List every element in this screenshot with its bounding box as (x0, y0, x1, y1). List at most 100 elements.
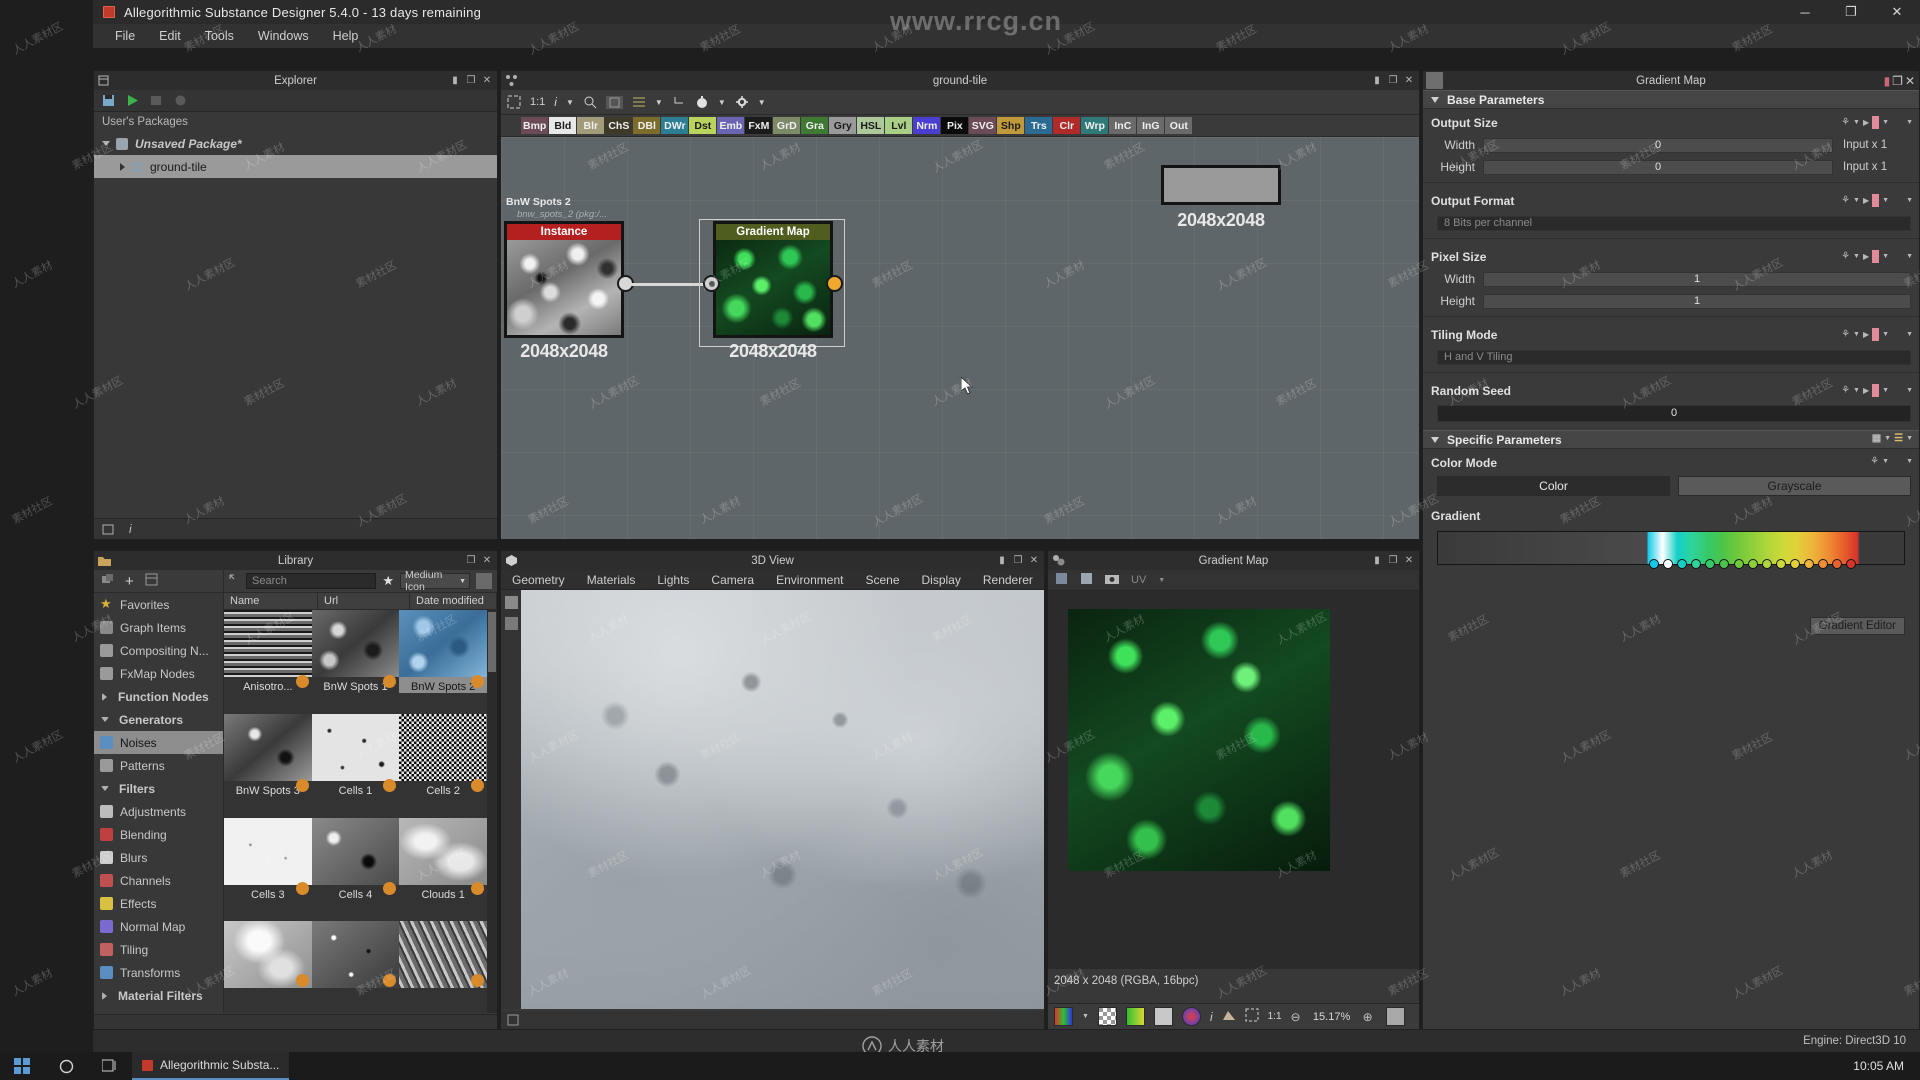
library-item[interactable]: BnW Spots 2 (399, 610, 487, 714)
zoom-out-button[interactable]: ⊖ (1291, 1010, 1301, 1024)
view3d-menu-display[interactable]: Display (911, 571, 972, 589)
library-category-noises[interactable]: Noises (94, 731, 223, 754)
channels-icon[interactable] (1054, 1007, 1073, 1026)
menu-item-windows[interactable]: Windows (246, 27, 321, 45)
chevron-down-icon[interactable]: ▼ (1853, 387, 1860, 394)
link-icon[interactable]: ⚘ (1841, 251, 1850, 262)
library-scrollbar[interactable] (487, 610, 497, 1013)
library-item[interactable]: Cells 4 (311, 817, 400, 922)
float-icon[interactable]: ❐ (464, 554, 478, 568)
graph-row-ground-tile[interactable]: ground-tile (94, 155, 497, 178)
preview-toggle-icon[interactable] (476, 573, 492, 589)
node-chip-wrp[interactable]: Wrp (1081, 117, 1109, 134)
minimize-button[interactable]: ─ (1782, 0, 1828, 24)
view3d-settings-icon[interactable] (507, 1014, 519, 1026)
save-icon[interactable] (102, 94, 115, 107)
texture-icon[interactable] (1055, 572, 1068, 588)
parameter-indicator[interactable] (1872, 328, 1880, 341)
node-chip-shp[interactable]: Shp (997, 117, 1025, 134)
node-chip-grd[interactable]: GrD (773, 117, 801, 134)
link-icon[interactable]: ⚘ (1841, 117, 1850, 128)
chevron-down-icon[interactable]: ▼ (1882, 331, 1889, 338)
pin-icon[interactable]: ▮ (1884, 74, 1891, 88)
search-input[interactable]: Search (246, 573, 377, 589)
timer-icon[interactable] (695, 95, 709, 109)
node-chip-gra[interactable]: Gra (801, 117, 829, 134)
link-icon[interactable]: ⚘ (1841, 329, 1850, 340)
node-chip-emb[interactable]: Emb (717, 117, 745, 134)
chevron-down-icon[interactable]: ▼ (1906, 331, 1913, 338)
library-item[interactable]: Cells 3 (224, 817, 312, 922)
node-chip-clr[interactable]: Clr (1053, 117, 1081, 134)
gradient-map-input-connector[interactable] (703, 275, 720, 292)
chevron-down-icon[interactable]: ▼ (758, 98, 766, 107)
library-category-channels[interactable]: Channels (94, 869, 223, 892)
library-category-function-nodes[interactable]: Function Nodes (94, 685, 223, 708)
info-icon[interactable]: i (1210, 1010, 1213, 1024)
chevron-down-icon[interactable]: ▼ (1882, 119, 1889, 126)
library-category-graph-items[interactable]: Graph Items (94, 616, 223, 639)
close-button[interactable]: ✕ (1874, 0, 1920, 24)
fit-icon[interactable] (1245, 1008, 1259, 1025)
zoom-in-button[interactable]: ⊕ (1363, 1010, 1373, 1024)
link-icon[interactable]: ⚘ (1870, 456, 1879, 467)
camera-tool-icon[interactable] (504, 596, 518, 609)
node-chip-dst[interactable]: Dst (689, 117, 717, 134)
close-icon[interactable]: ✕ (1027, 554, 1041, 568)
chevron-down-icon[interactable]: ▼ (1906, 119, 1913, 126)
chevron-down-icon[interactable]: ▼ (1882, 197, 1889, 204)
float-icon[interactable]: ❐ (464, 74, 478, 88)
node-chip-gry[interactable]: Gry (829, 117, 857, 134)
chevron-down-icon[interactable]: ▼ (1853, 197, 1860, 204)
random-seed-controls[interactable]: ⚘ ▼ ▶ ▼ ▼ (1841, 384, 1913, 397)
uv-label[interactable]: UV (1131, 574, 1146, 586)
pin-icon[interactable]: ▮ (1370, 554, 1384, 568)
task-view-icon[interactable] (88, 1052, 132, 1080)
split-icon[interactable] (1153, 1007, 1173, 1026)
node-chip-bmp[interactable]: Bmp (521, 117, 549, 134)
close-icon[interactable]: ✕ (480, 554, 494, 568)
chevron-down-icon[interactable]: ▼ (1906, 387, 1913, 394)
link-icon[interactable]: ⚘ (1841, 385, 1850, 396)
library-item[interactable]: Anisotro... (224, 610, 312, 714)
column-name[interactable]: Name (224, 593, 318, 609)
library-category-normal-map[interactable]: Normal Map (94, 915, 223, 938)
output-size-controls[interactable]: ⚘ ▼ ▶ ▼ ▼ (1841, 116, 1913, 129)
close-icon[interactable]: ✕ (1905, 74, 1915, 88)
chevron-right-icon[interactable] (120, 162, 125, 171)
library-category-tiling[interactable]: Tiling (94, 938, 223, 961)
chevron-right-icon[interactable]: ▶ (1863, 196, 1869, 205)
library-item[interactable] (399, 921, 487, 1013)
chevron-down-icon[interactable]: ▼ (718, 98, 726, 107)
node-chip-fxm[interactable]: FxM (745, 117, 773, 134)
chevron-right-icon[interactable]: ▶ (1863, 118, 1869, 127)
menu-item-file[interactable]: File (103, 27, 147, 45)
node-chip-chs[interactable]: ChS (605, 117, 633, 134)
chevron-down-icon[interactable]: ▼ (1082, 1013, 1089, 1020)
menu-item-help[interactable]: Help (321, 27, 371, 45)
view3d-menu-materials[interactable]: Materials (576, 571, 647, 589)
close-icon[interactable]: ✕ (1402, 74, 1416, 88)
histogram-icon[interactable] (1222, 1008, 1236, 1025)
pin-icon[interactable]: ▮ (448, 74, 462, 88)
zoom-ratio-label[interactable]: 1:1 (530, 96, 545, 108)
chevron-down-icon[interactable]: ▼ (566, 98, 574, 107)
pin-icon[interactable]: ▮ (995, 554, 1009, 568)
node-chip-hsl[interactable]: HSL (857, 117, 885, 134)
node-chip-svg[interactable]: SVG (969, 117, 997, 134)
chevron-down-icon[interactable]: ▼ (1882, 387, 1889, 394)
node-chip-lvl[interactable]: Lvl (885, 117, 913, 134)
node-chip-pix[interactable]: Pix (941, 117, 969, 134)
color-mode-controls[interactable]: ⚘ ▼ ▼ (1870, 456, 1913, 467)
menu-item-edit[interactable]: Edit (147, 27, 193, 45)
base-parameters-header[interactable]: Base Parameters (1423, 90, 1919, 109)
node-instance[interactable]: Instance 2048x2048 (504, 221, 634, 362)
expand-icon[interactable] (229, 574, 240, 588)
view3d-menu-camera[interactable]: Camera (700, 571, 765, 589)
gradient-editor-button[interactable]: Gradient Editor (1809, 617, 1905, 635)
library-category-material-filters[interactable]: Material Filters (94, 984, 223, 1007)
taskbar-app-substance-designer[interactable]: Allegorithmic Substa... (132, 1052, 290, 1080)
pixel-size-controls[interactable]: ⚘ ▼ ▶ ▼ ▼ (1841, 250, 1913, 263)
library-category-adjustments[interactable]: Adjustments (94, 800, 223, 823)
chevron-down-icon[interactable]: ▼ (1906, 435, 1913, 442)
